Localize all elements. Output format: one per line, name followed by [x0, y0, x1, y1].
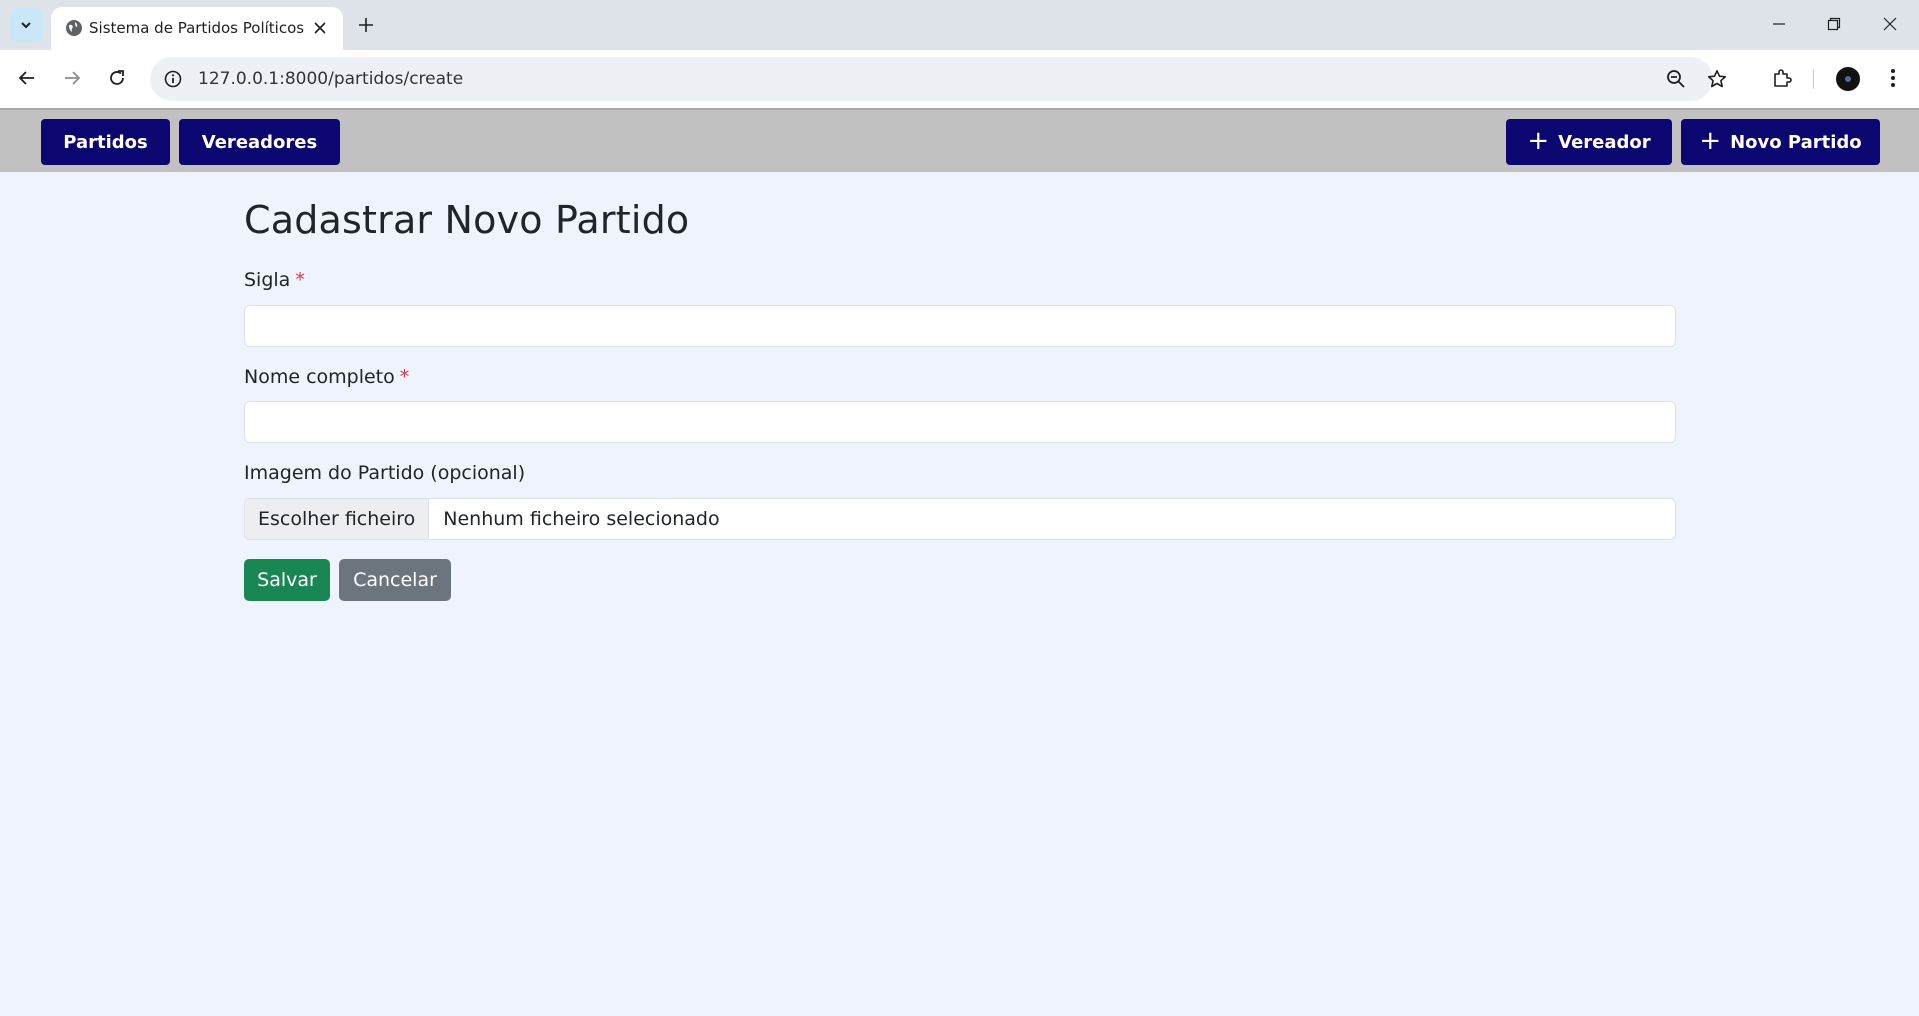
sigla-input[interactable] — [244, 305, 1676, 347]
add-partido-label: Novo Partido — [1730, 131, 1862, 153]
page-title: Cadastrar Novo Partido — [244, 198, 690, 242]
save-button[interactable]: Salvar — [244, 559, 330, 601]
reload-icon — [110, 70, 124, 85]
add-vereador-button[interactable]: + Vereador — [1506, 119, 1672, 165]
zoom-button[interactable] — [1663, 66, 1689, 92]
back-button[interactable] — [10, 61, 44, 95]
menu-icon — [1891, 69, 1895, 87]
imagem-label: Imagem do Partido (opcional) — [244, 462, 526, 484]
browser-menu-button[interactable] — [1876, 61, 1910, 95]
tab-title: Sistema de Partidos Políticos — [89, 19, 305, 37]
nav-vereadores-button[interactable]: Vereadores — [179, 119, 340, 165]
reload-button[interactable] — [100, 61, 134, 95]
app-navbar: Partidos Vereadores + Vereador + Novo Pa… — [0, 108, 1919, 172]
toolbar-separator — [1813, 69, 1814, 89]
address-bar[interactable]: 127.0.0.1:8000/partidos/create — [150, 57, 1727, 101]
back-icon — [18, 71, 34, 85]
tab-close-button[interactable] — [307, 15, 333, 41]
choose-file-button[interactable]: Escolher ficheiro — [245, 499, 430, 539]
forward-button[interactable] — [55, 61, 89, 95]
nome-label: Nome completo * — [244, 366, 409, 388]
browser-tab-active[interactable]: Sistema de Partidos Políticos — [51, 7, 343, 50]
close-window-icon — [1883, 17, 1897, 31]
minimize-icon — [1773, 23, 1785, 25]
restore-icon — [1827, 17, 1841, 31]
required-mark: * — [399, 366, 410, 388]
globe-icon — [66, 20, 82, 36]
file-status-text: Nenhum ficheiro selecionado — [443, 508, 720, 530]
bookmark-button[interactable] — [1704, 66, 1730, 92]
imagem-file-input[interactable]: Escolher ficheiro Nenhum ficheiro seleci… — [244, 498, 1676, 540]
sigla-label-text: Sigla — [244, 269, 291, 291]
plus-icon: + — [1699, 125, 1722, 156]
new-tab-button[interactable] — [352, 11, 380, 39]
star-icon — [1707, 70, 1727, 88]
plus-icon: + — [1527, 125, 1550, 156]
profile-avatar[interactable] — [1836, 67, 1860, 91]
site-info-icon — [164, 70, 182, 88]
required-mark: * — [295, 269, 305, 291]
browser-tabstrip: Sistema de Partidos Políticos — [0, 0, 1919, 50]
nav-partidos-label: Partidos — [63, 131, 148, 153]
nome-input[interactable] — [244, 401, 1676, 443]
plus-icon — [359, 18, 373, 32]
close-icon — [314, 22, 326, 34]
forward-icon — [65, 71, 81, 85]
minimize-button[interactable] — [1756, 8, 1802, 40]
zoom-icon — [1667, 70, 1685, 88]
nav-partidos-button[interactable]: Partidos — [41, 119, 170, 165]
browser-toolbar: 127.0.0.1:8000/partidos/create — [0, 50, 1919, 108]
site-info-button[interactable] — [160, 66, 186, 92]
close-window-button[interactable] — [1867, 8, 1913, 40]
tab-search-button[interactable] — [9, 8, 43, 42]
url-text: 127.0.0.1:8000/partidos/create — [198, 69, 464, 89]
cancel-button[interactable]: Cancelar — [339, 559, 451, 601]
extensions-button[interactable] — [1765, 61, 1799, 95]
add-partido-button[interactable]: + Novo Partido — [1681, 119, 1880, 165]
profile-avatar-dot — [1845, 76, 1851, 82]
nome-label-text: Nome completo — [244, 366, 395, 388]
add-vereador-label: Vereador — [1558, 131, 1651, 153]
restore-button[interactable] — [1811, 8, 1857, 40]
extensions-icon — [1774, 69, 1792, 87]
nav-vereadores-label: Vereadores — [201, 131, 318, 153]
chevron-down-icon — [21, 22, 31, 29]
sigla-label: Sigla * — [244, 269, 305, 291]
